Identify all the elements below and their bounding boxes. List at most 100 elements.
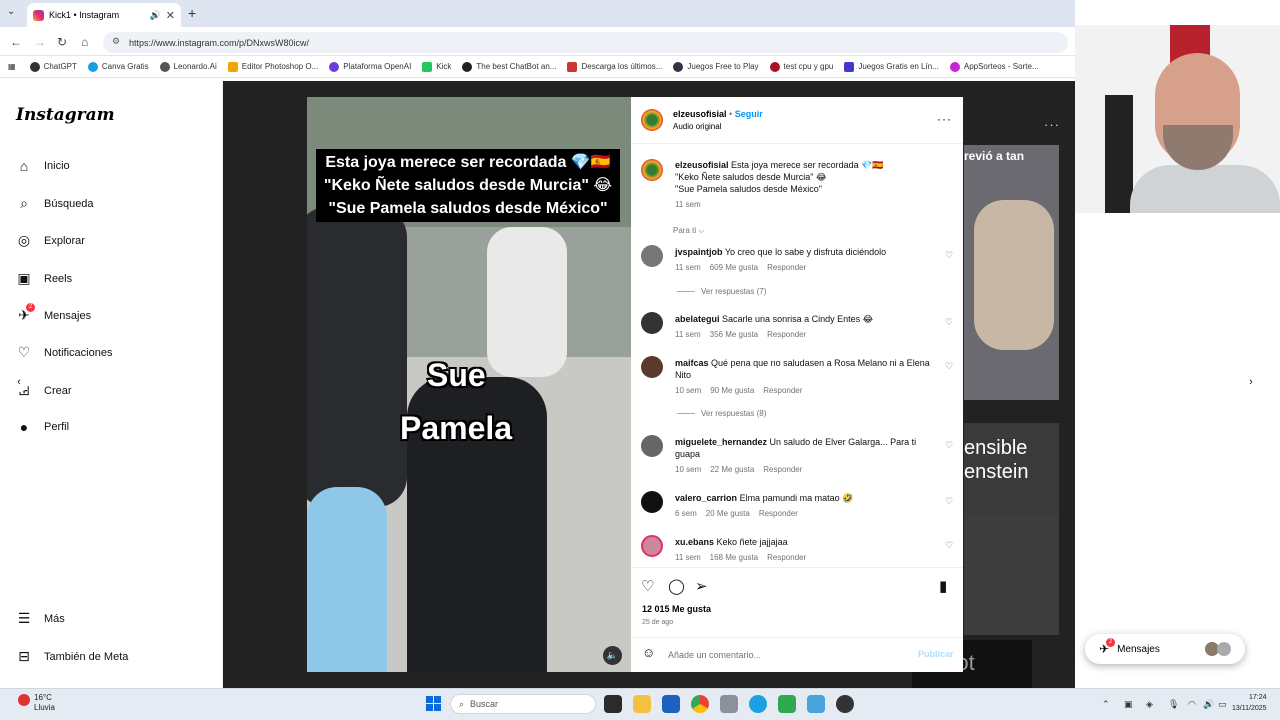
thumbnail-2[interactable]: ensible enstein (964, 423, 1059, 515)
share-icon[interactable]: ➢ (695, 577, 708, 595)
likes-count[interactable]: 12 015 Me gusta (642, 604, 711, 614)
tray-app-icon[interactable]: ◈ (1146, 699, 1153, 710)
browser-tab[interactable]: Kick1 • Instagram 🔊 ✕ (27, 3, 181, 27)
comments-filter-dropdown[interactable]: Para ti ⌵ (673, 226, 704, 236)
close-tab-icon[interactable]: ✕ (166, 9, 175, 22)
bookmark-leonardo[interactable]: Leonardo.Ai (159, 61, 217, 72)
apps-icon[interactable]: ▦ (8, 62, 16, 71)
comment-meta: 10 sem 22 Me gusta Responder (675, 465, 803, 474)
bookmark-juegos-gratis[interactable]: Juegos Gratis en Lín... (844, 61, 939, 72)
taskbar-search[interactable]: ⌕ Buscar (450, 694, 596, 714)
store-icon[interactable] (662, 695, 680, 713)
taskbar-clock[interactable]: 17:24 13/11/2025 (1232, 692, 1267, 714)
like-comment-icon[interactable]: ♡ (945, 540, 953, 551)
thumbnail-3[interactable] (964, 515, 1059, 635)
next-post-button[interactable]: › (1241, 372, 1261, 392)
bookmark-free-to-play[interactable]: Juegos Free to Play (673, 61, 759, 72)
reply-button[interactable]: Responder (767, 263, 806, 272)
commenter-avatar[interactable] (641, 245, 663, 267)
sidebar-item-inicio[interactable]: ⌂ Inicio (15, 158, 70, 174)
bookmark-openai[interactable]: Plataforma OpenAI (329, 61, 411, 72)
commenter-avatar[interactable] (641, 535, 663, 557)
caption-username[interactable]: elzeusofisial (675, 160, 729, 170)
follow-button[interactable]: Seguir (735, 109, 763, 119)
view-replies-button[interactable]: Ver respuestas (8) (677, 409, 766, 418)
sidebar-item-mas[interactable]: ☰ Más (15, 610, 65, 627)
bookmark-chatbot[interactable]: The best ChatBot an... (462, 61, 556, 72)
post-options-icon[interactable]: ··· (937, 112, 952, 126)
messages-pill[interactable]: ✈ 2 Mensajes (1085, 634, 1245, 664)
reply-button[interactable]: Responder (763, 465, 802, 474)
video-caption-box: Esta joya merece ser recordada 💎🇪🇸 "Keko… (316, 149, 620, 222)
reply-button[interactable]: Responder (763, 386, 802, 395)
file-explorer-icon[interactable] (633, 695, 651, 713)
forward-icon[interactable]: → (34, 35, 46, 49)
spreadsheet-icon[interactable] (778, 695, 796, 713)
commenter-avatar[interactable] (641, 356, 663, 378)
more-options-icon[interactable]: ··· (1044, 117, 1060, 132)
site-info-icon[interactable]: ⚙ (112, 36, 120, 47)
reply-button[interactable]: Responder (767, 330, 806, 339)
sidebar-item-reels[interactable]: ▣ Reels (15, 270, 72, 287)
author-username[interactable]: elzeusofisial (673, 109, 727, 119)
volume-icon[interactable]: 🔊 (1203, 699, 1214, 710)
instagram-logo[interactable]: Instagram (16, 105, 115, 125)
bookmark-kick[interactable]: Kick (422, 61, 451, 72)
edge-icon[interactable] (749, 695, 767, 713)
sidebar-item-mensajes[interactable]: ✈ 2 Mensajes (15, 303, 91, 324)
bookmark-photoshop[interactable]: Editor Photoshop O... (227, 61, 318, 72)
audio-label[interactable]: Audio original (673, 122, 721, 131)
caption-author-avatar[interactable] (641, 159, 663, 181)
commenter-avatar[interactable] (641, 491, 663, 513)
bookmark-canva[interactable]: Canva Gratis (87, 61, 149, 72)
emoji-icon[interactable]: ☺ (642, 645, 655, 660)
sidebar-item-notificaciones[interactable]: ♡ Notificaciones (15, 344, 113, 361)
like-comment-icon[interactable]: ♡ (945, 250, 953, 261)
commenter-avatar[interactable] (641, 435, 663, 457)
app-icon[interactable] (807, 695, 825, 713)
weather-widget[interactable]: 16°C Lluvia (34, 693, 55, 713)
bookmark-chatgpt[interactable]: ChatGPT (29, 61, 77, 72)
app-icon[interactable] (836, 695, 854, 713)
reply-button[interactable]: Responder (759, 509, 798, 518)
like-comment-icon[interactable]: ♡ (945, 496, 953, 507)
tab-search-icon[interactable]: ⌄ (7, 6, 15, 17)
bookmark-descarga[interactable]: Descarga los últimos... (567, 61, 662, 72)
url-field[interactable]: ⚙ https://www.instagram.com/p/DNxwsW80ic… (103, 32, 1068, 53)
like-comment-icon[interactable]: ♡ (945, 361, 953, 372)
commenter-avatar[interactable] (641, 312, 663, 334)
sidebar-item-explorar[interactable]: ◎ Explorar (15, 232, 85, 249)
comment-icon[interactable]: ◯ (668, 577, 685, 595)
publish-button[interactable]: Publicar (918, 649, 954, 659)
like-comment-icon[interactable]: ♡ (945, 440, 953, 451)
like-icon[interactable]: ♡ (641, 577, 654, 595)
reply-button[interactable]: Responder (767, 553, 806, 562)
task-view-icon[interactable] (604, 695, 622, 713)
like-comment-icon[interactable]: ♡ (945, 317, 953, 328)
reload-icon[interactable]: ↻ (57, 35, 67, 49)
sidebar-item-perfil[interactable]: ● Perfil (15, 419, 69, 435)
bookmark-appsorteos[interactable]: AppSorteos - Sorte... (949, 61, 1039, 72)
windows-start-icon[interactable] (426, 696, 441, 711)
view-replies-button[interactable]: Ver respuestas (7) (677, 287, 766, 296)
chrome-icon[interactable] (691, 695, 709, 713)
bookmark-icon[interactable]: ▮ (939, 577, 947, 595)
comment-input[interactable] (668, 648, 908, 662)
tab-audio-icon[interactable]: 🔊 (150, 10, 161, 21)
sidebar-item-busqueda[interactable]: ⌕ Búsqueda (15, 195, 93, 212)
author-avatar[interactable] (641, 109, 663, 131)
microphone-icon[interactable]: 🎙 (1168, 699, 1179, 710)
camera-app-icon[interactable] (720, 695, 738, 713)
bookmark-test-cpu[interactable]: test cpu y gpu (769, 61, 833, 72)
tray-app-icon[interactable]: ▣ (1124, 699, 1133, 710)
previous-post-button[interactable]: ‹ (9, 372, 29, 392)
new-tab-button[interactable]: + (188, 5, 196, 21)
battery-icon[interactable]: ▭ (1218, 699, 1227, 710)
back-icon[interactable]: ← (10, 35, 22, 49)
next-post-thumbnail[interactable]: revió a tan (964, 145, 1059, 400)
home-icon[interactable]: ⌂ (81, 35, 88, 49)
sidebar-item-meta[interactable]: ⊟ También de Meta (15, 648, 128, 665)
wifi-icon[interactable]: ◠ (1188, 699, 1196, 710)
tray-chevron-icon[interactable]: ⌃ (1102, 699, 1110, 710)
mute-toggle-icon[interactable]: 🔈 (603, 646, 622, 665)
